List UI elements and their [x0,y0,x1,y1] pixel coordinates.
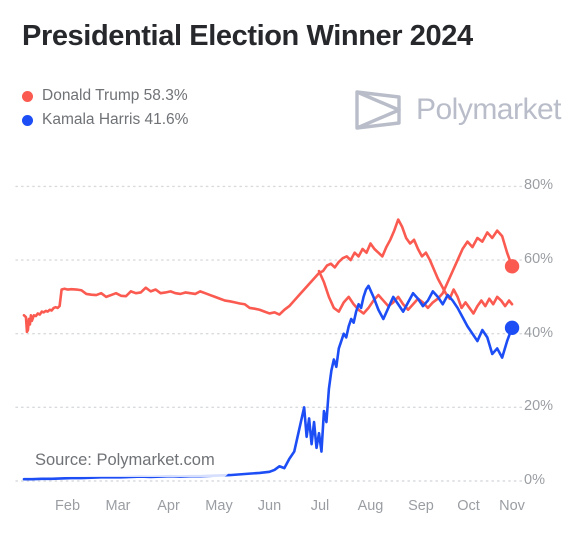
chart-card: Presidential Election Winner 2024 Donald… [0,0,585,538]
chart-gridlines [15,185,524,482]
x-tick-label: Nov [499,498,525,514]
chart-legend: Donald Trump 58.3% Kamala Harris 41.6% [22,84,188,132]
y-tick-label: 40% [524,324,554,341]
x-tick-label: Sep [408,498,434,514]
page-title: Presidential Election Winner 2024 [22,20,473,52]
brand-name: Polymarket [415,93,562,126]
x-tick-label: Oct [457,498,480,514]
x-tick-label: Jul [310,498,330,514]
x-tick-label: Aug [357,498,384,514]
x-tick-label: Apr [157,498,180,514]
chart-y-axis: 0% 20% 40% 60% 80% [512,160,582,495]
x-tick-label: May [205,498,233,514]
polymarket-logo-icon [355,90,401,130]
y-tick-label: 20% [524,398,554,415]
legend-dot-trump [22,90,33,102]
y-tick-label: 80% [524,177,554,194]
y-tick-label: 60% [524,251,554,268]
legend-dot-harris [22,114,33,126]
legend-item-harris[interactable]: Kamala Harris 41.6% [22,108,188,132]
legend-label-trump: Donald Trump 58.3% [42,87,188,104]
brand-watermark: Polymarket [354,88,562,132]
y-tick-label: 0% [524,472,545,488]
chart-x-axis: Feb Mar Apr May Jun Jul Aug Sep Oct Nov [0,498,585,528]
legend-item-trump[interactable]: Donald Trump 58.3% [22,84,188,108]
source-attribution: Source: Polymarket.com [23,445,229,477]
chart-line-donald-trump [22,218,514,334]
x-tick-label: Feb [55,498,81,514]
legend-label-harris: Kamala Harris 41.6% [42,111,189,128]
x-tick-label: Mar [105,498,131,514]
chart-series-layer [22,218,514,481]
x-tick-label: Jun [257,498,282,514]
